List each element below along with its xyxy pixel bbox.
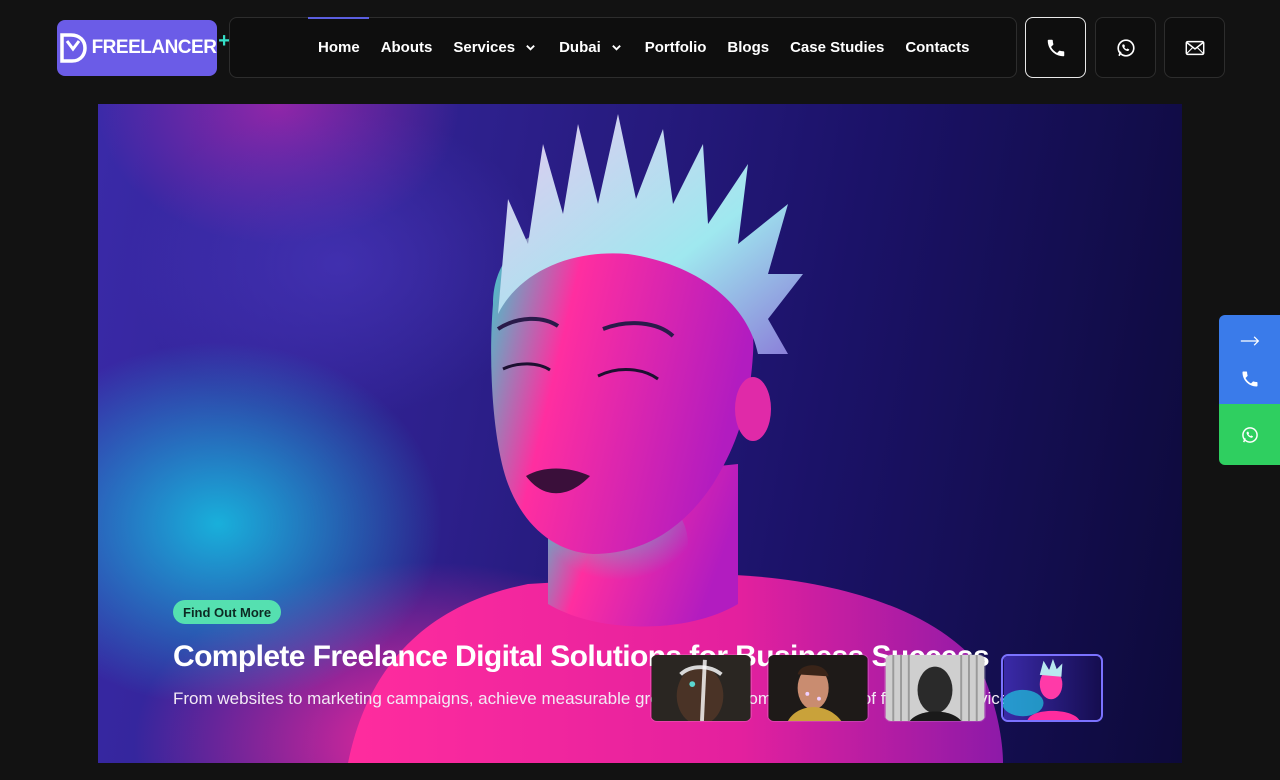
mail-icon [1185, 40, 1204, 55]
thumbnail-image [1003, 656, 1100, 720]
side-toggle-button[interactable] [1240, 331, 1260, 351]
find-out-more-badge[interactable]: Find Out More [173, 600, 282, 624]
whatsapp-icon [1116, 38, 1135, 57]
slider-thumbnails [650, 654, 1103, 722]
header-whatsapp-button[interactable] [1095, 17, 1156, 78]
thumbnail-image [651, 655, 751, 721]
nav-item-contacts[interactable]: Contacts [905, 39, 969, 56]
side-whatsapp-button[interactable] [1219, 404, 1280, 465]
site-logo[interactable]: FREELANCER + [57, 20, 230, 76]
logo-text: FREELANCER + [91, 30, 230, 58]
phone-icon [1047, 39, 1064, 56]
floating-contact-widget [1219, 315, 1280, 465]
nav-item-services[interactable]: Services [453, 39, 536, 56]
logo-mark-icon [59, 33, 87, 63]
side-phone-button[interactable] [1240, 369, 1260, 389]
active-indicator [308, 17, 369, 19]
thumb-glitter-portrait[interactable] [767, 654, 869, 722]
phone-icon [1242, 371, 1257, 386]
hero-slider: Find Out More Complete Freelance Digital… [98, 104, 1182, 763]
nav-item-dubai[interactable]: Dubai [559, 39, 622, 56]
thumbnail-image [885, 655, 985, 721]
thumb-neon-portrait[interactable] [1001, 654, 1103, 722]
header-mail-button[interactable] [1164, 17, 1225, 78]
chevron-down-icon [611, 45, 621, 51]
arrow-right-icon [1240, 335, 1259, 346]
nav-item-abouts[interactable]: Abouts [381, 39, 433, 56]
nav-item-blogs[interactable]: Blogs [727, 39, 769, 56]
thumbnail-image [768, 655, 868, 721]
nav-item-case-studies[interactable]: Case Studies [790, 39, 884, 56]
nav-item-home[interactable]: Home [318, 39, 360, 56]
header-phone-button[interactable] [1025, 17, 1086, 78]
logo-plus-icon: + [218, 30, 230, 52]
nav-item-portfolio[interactable]: Portfolio [645, 39, 707, 56]
thumb-monochrome-man[interactable] [884, 654, 986, 722]
thumb-face-paint[interactable] [650, 654, 752, 722]
whatsapp-icon [1241, 426, 1258, 443]
chevron-down-icon [526, 45, 535, 51]
main-navigation: Home Abouts Services Dubai Portfolio Blo… [229, 17, 1017, 78]
